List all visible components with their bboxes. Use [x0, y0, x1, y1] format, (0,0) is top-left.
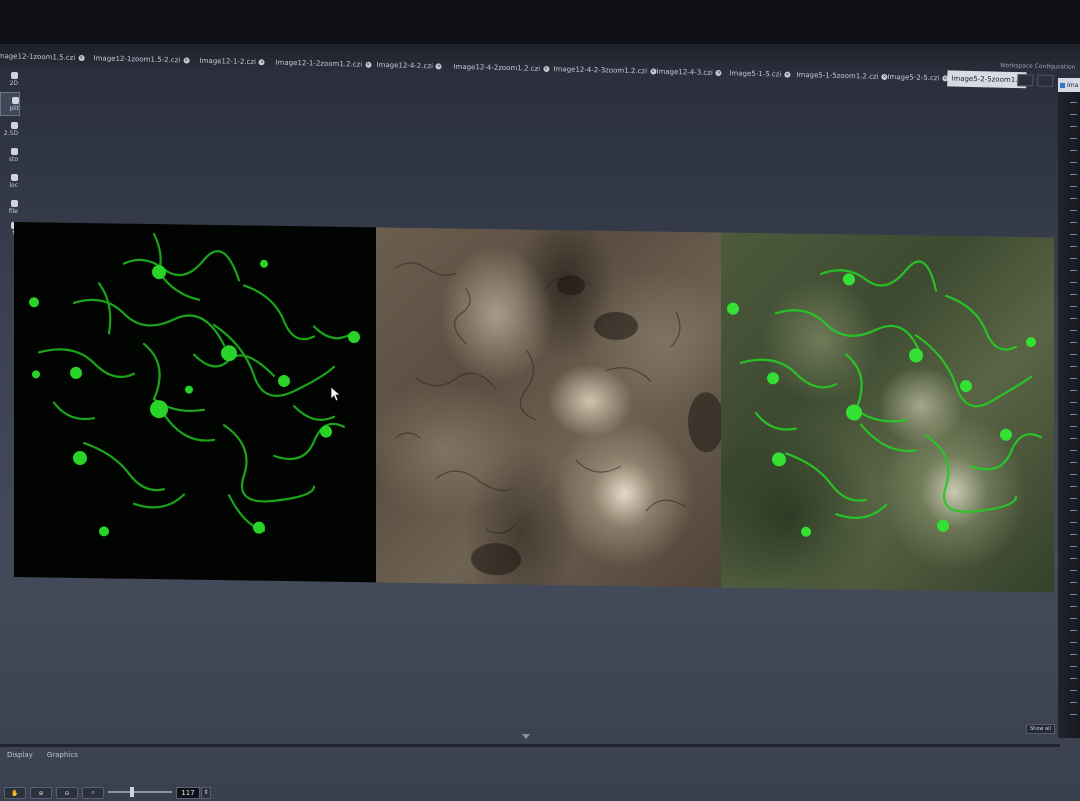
merged-network — [727, 260, 1043, 537]
right-panel-title: Ima — [1067, 81, 1079, 89]
tab-label: Image12-4-3.czi — [656, 67, 714, 77]
tab-label: Image5-2-5.czi — [887, 73, 940, 83]
document-tab-strip: Image12-1zoom1.5.czi × Image12-1zoom1.5-2… — [0, 40, 1056, 117]
sidebar-item-label: 2D — [9, 79, 18, 87]
close-icon[interactable]: × — [78, 54, 85, 62]
sidebar-item-label: sto — [8, 155, 18, 163]
top-bezel — [0, 0, 1080, 44]
mouse-pointer-icon — [330, 386, 340, 402]
tab-label: Image12-4-2.czi — [376, 60, 434, 71]
zoom-in-button[interactable]: ⊕ — [30, 787, 52, 799]
histogram-icon — [11, 147, 18, 155]
sidebar-item-colocalization[interactable]: loc — [0, 170, 18, 192]
zoom-stepper[interactable]: ⇕ — [201, 787, 211, 799]
tab-label: Image12-4-2-3zoom1.2.czi — [553, 65, 648, 76]
zoom-out-button[interactable]: ⊖ — [56, 787, 78, 799]
view-sidebar: 2D plit 2.5D sto loc file fo — [0, 68, 22, 237]
image-icon — [1060, 82, 1065, 88]
tab-list-button[interactable] — [1017, 74, 1034, 87]
profile-icon — [11, 199, 18, 207]
close-icon[interactable]: × — [258, 59, 266, 66]
tab-graphics[interactable]: Graphics — [44, 750, 81, 760]
tab-label: Image12-1-2zoom1.2.czi — [275, 58, 363, 69]
layout-menu-button[interactable] — [1037, 74, 1054, 87]
sidebar-item-label: 2.5D — [3, 129, 18, 137]
tab-image5-1-5zoom1-2[interactable]: Image5-1-5zoom1.2.czi × — [796, 67, 888, 85]
pan-tool-button[interactable]: ✋ — [4, 787, 26, 799]
close-icon[interactable]: × — [784, 71, 791, 78]
tab-label: Image5-2-5zoom1.2 — [951, 74, 1022, 85]
zoom-in-icon: ⊕ — [38, 789, 44, 797]
tab-tools — [1017, 74, 1054, 87]
bottom-tab-bar: Display Graphics — [4, 750, 81, 760]
sidebar-item-label: file — [8, 207, 18, 215]
green-fluorescence-channel[interactable] — [14, 222, 376, 583]
tab-image5-2-5zoom1-2[interactable]: Image5-2-5zoom1.2 — [947, 70, 1027, 89]
zoom-slider-handle[interactable] — [130, 787, 134, 797]
right-panel-scrollbar[interactable] — [1070, 102, 1077, 722]
tab-label: Image12-1zoom1.5-2.czi — [93, 54, 181, 65]
zoom-out-icon: ⊖ — [64, 789, 70, 797]
collapse-arrow-icon[interactable] — [522, 734, 530, 739]
tab-image12-4-3[interactable]: Image12-4-3.czi × — [656, 64, 722, 82]
fluorescence-network — [29, 232, 360, 537]
close-icon[interactable]: × — [543, 65, 550, 73]
colocalization-icon — [11, 173, 18, 181]
stepper-arrows-icon: ⇕ — [203, 789, 209, 796]
close-icon[interactable]: × — [365, 61, 372, 68]
magnifier-icon: ⌕ — [91, 789, 95, 796]
panel-divider — [0, 744, 1060, 747]
tab-image12-4-2[interactable]: Image12-4-2.czi × — [376, 57, 443, 75]
tab-display[interactable]: Display — [4, 750, 36, 760]
close-icon[interactable]: × — [715, 69, 722, 77]
view-toolbar: ✋ ⊕ ⊖ ⌕ — [4, 787, 104, 799]
hand-icon: ✋ — [11, 789, 19, 797]
view-25d-icon — [11, 121, 18, 129]
split-view-stage — [14, 222, 1054, 595]
close-icon[interactable]: × — [435, 63, 443, 70]
sidebar-item-label: plit — [9, 104, 20, 112]
sidebar-item-2-5d[interactable]: 2.5D — [0, 118, 18, 140]
sidebar-item-label: loc — [9, 181, 18, 189]
tab-label: Image5-1-5zoom1.2.czi — [796, 70, 879, 81]
view-2d-icon — [11, 71, 18, 79]
merged-overlay[interactable] — [721, 232, 1054, 593]
tab-image12-4-2zoom1-2[interactable]: Image12-4-2zoom1.2.czi × — [453, 59, 550, 77]
bottom-control-area: Show all Display Graphics ✋ ⊕ ⊖ ⌕ 117 ⇕ — [0, 724, 1080, 801]
split-icon — [12, 96, 19, 104]
tab-image12-1-2zoom1-2[interactable]: Image12-1-2zoom1.2.czi × — [275, 55, 372, 73]
zoom-value-input[interactable]: 117 — [176, 787, 200, 799]
tab-image12-4-2-3zoom1-2[interactable]: Image12-4-2-3zoom1.2.czi × — [553, 61, 657, 79]
monitor-screen: Image12-1zoom1.5.czi × Image12-1zoom1.5-2… — [0, 0, 1080, 801]
sidebar-item-2d[interactable]: 2D — [0, 68, 18, 90]
tab-image12-1zoom1-5[interactable]: Image12-1zoom1.5.czi × — [0, 48, 85, 66]
tab-label: Image5-1-5.czi — [729, 69, 782, 79]
right-panel-header[interactable]: Ima — [1058, 78, 1080, 92]
close-icon[interactable]: × — [650, 68, 657, 75]
tab-image5-1-5[interactable]: Image5-1-5.czi × — [729, 65, 791, 82]
close-icon[interactable]: × — [183, 57, 190, 64]
show-all-button[interactable]: Show all — [1026, 724, 1055, 734]
tab-label: Image12-4-2zoom1.2.czi — [453, 62, 541, 73]
sidebar-item-profile[interactable]: file — [0, 196, 18, 218]
tab-label: Image12-1-2.czi — [199, 56, 257, 67]
brightfield-texture — [395, 262, 721, 576]
zoom-slider[interactable] — [108, 787, 172, 797]
tab-image12-1zoom1-5-2[interactable]: Image12-1zoom1.5-2.czi × — [93, 50, 190, 68]
tab-label: Image12-1zoom1.5.czi — [0, 51, 76, 62]
tab-image12-1-2[interactable]: Image12-1-2.czi × — [199, 53, 266, 71]
brightfield-channel[interactable] — [376, 227, 721, 588]
tab-image5-2-5[interactable]: Image5-2-5.czi × — [887, 69, 949, 86]
sidebar-item-histogram[interactable]: sto — [0, 144, 18, 166]
right-tool-panel: Ima — [1058, 78, 1080, 738]
fit-to-view-button[interactable]: ⌕ — [82, 787, 104, 799]
sidebar-item-split[interactable]: plit — [0, 92, 20, 116]
